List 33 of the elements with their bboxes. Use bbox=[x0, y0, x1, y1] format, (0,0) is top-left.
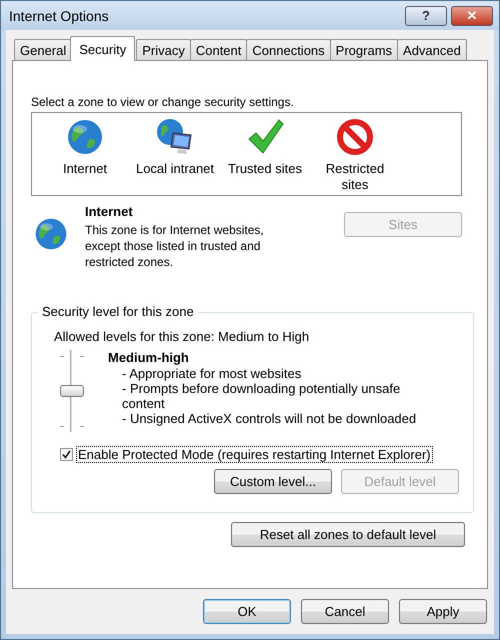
tab[interactable]: Privacy bbox=[136, 39, 191, 60]
tab[interactable]: Connections bbox=[246, 39, 331, 60]
level-description: - Appropriate for most websites bbox=[121, 366, 302, 381]
tab[interactable]: Programs bbox=[330, 39, 398, 60]
checkbox-label[interactable]: Enable Protected Mode (requires restarting Internet Explorer) bbox=[76, 446, 433, 463]
slider-thumb[interactable] bbox=[60, 385, 84, 397]
zone-label[interactable]: Restricted sites bbox=[315, 161, 395, 193]
zone-label[interactable]: Local intranet bbox=[136, 161, 214, 177]
tab[interactable]: Security bbox=[70, 36, 136, 61]
globe-icon bbox=[33, 216, 69, 252]
zone-title: Internet bbox=[85, 204, 134, 219]
tab[interactable]: Content bbox=[190, 39, 248, 60]
cancel-button[interactable]: Cancel bbox=[301, 599, 389, 624]
tab[interactable]: Advanced bbox=[397, 39, 467, 60]
zone-prompt: Select a zone to view or change security settings. bbox=[31, 95, 295, 109]
window-title: Internet Options bbox=[9, 8, 110, 24]
allowed-levels: Allowed levels for this zone: Medium to High bbox=[54, 329, 310, 344]
apply-button[interactable]: Apply bbox=[399, 599, 487, 624]
ok-button[interactable]: OK bbox=[203, 599, 291, 624]
zone-label[interactable]: Internet bbox=[62, 161, 108, 177]
tab[interactable]: General bbox=[14, 39, 72, 60]
custom-level-button[interactable]: Custom level... bbox=[214, 469, 332, 494]
level-description: - Prompts before downloading potentially unsafe content bbox=[121, 381, 402, 411]
level-name: Medium-high bbox=[108, 350, 190, 365]
globe-icon bbox=[65, 117, 105, 157]
reset-button[interactable]: Reset all zones to default level bbox=[231, 522, 465, 547]
level-description: - Unsigned ActiveX controls will not be downloaded bbox=[121, 411, 418, 426]
help-button[interactable]: ? bbox=[405, 6, 447, 26]
zone-description: This zone is for Internet websites, except those listed in trusted and restricted zones. bbox=[85, 222, 265, 270]
zone-label[interactable]: Trusted sites bbox=[228, 161, 302, 177]
group-legend: Security level for this zone bbox=[38, 304, 198, 319]
protected-mode-checkbox[interactable] bbox=[60, 448, 73, 461]
prohibited-icon bbox=[335, 117, 375, 157]
